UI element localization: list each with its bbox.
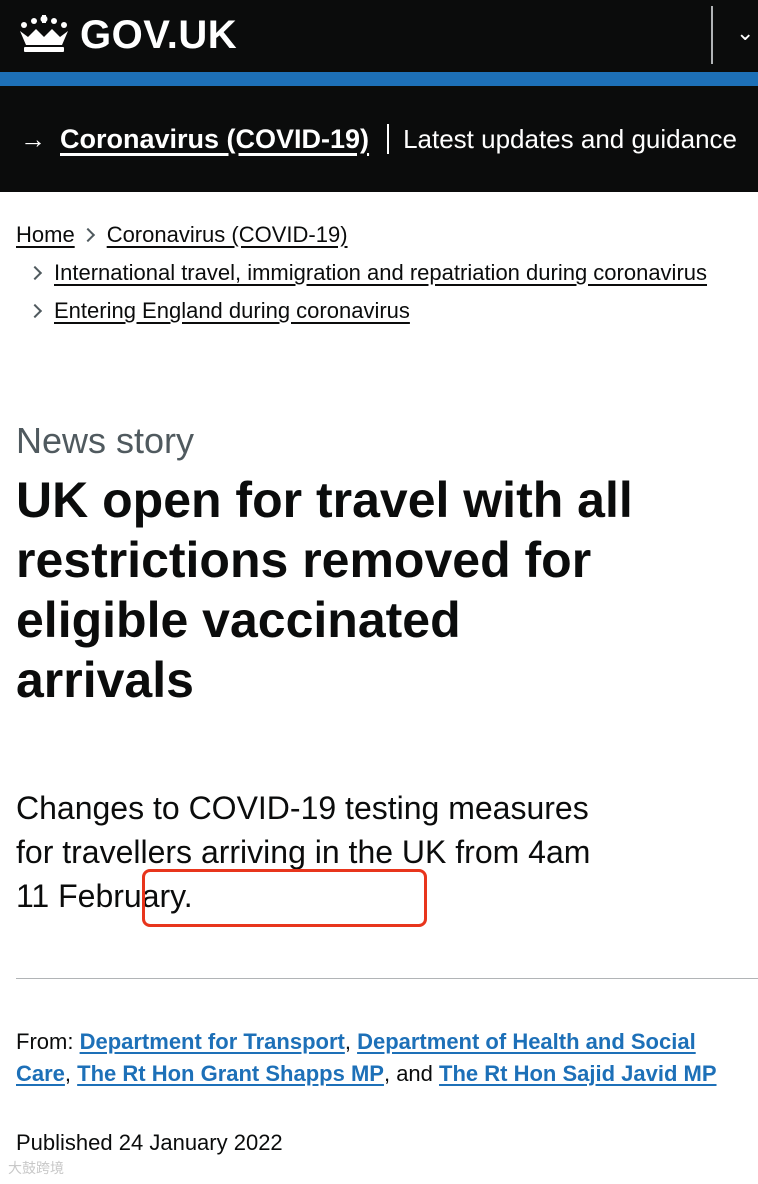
chevron-right-icon xyxy=(27,303,43,319)
breadcrumb-row: Entering England during coronavirus xyxy=(16,292,758,330)
published-date: Published 24 January 2022 xyxy=(16,1130,283,1156)
person-link-shapps[interactable]: The Rt Hon Grant Shapps MP xyxy=(77,1061,384,1086)
menu-chevron-icon[interactable]: ⌄ xyxy=(736,18,758,48)
highlight-annotation-box xyxy=(142,869,427,927)
breadcrumb: Home Coronavirus (COVID-19) Internationa… xyxy=(16,216,758,330)
page-title: UK open for travel with all restrictions… xyxy=(16,472,633,708)
govuk-logo-link[interactable]: GOV.UK xyxy=(16,10,237,60)
chevron-right-icon xyxy=(80,227,95,243)
published-label: Published xyxy=(16,1130,113,1155)
breadcrumb-row: Home Coronavirus (COVID-19) xyxy=(16,216,758,254)
from-label: From: xyxy=(16,1029,74,1054)
banner-text: Latest updates and guidance xyxy=(403,123,737,154)
chevron-right-icon xyxy=(27,265,43,281)
covid-banner: → Coronavirus (COVID-19) Latest updates … xyxy=(0,86,758,192)
site-header: GOV.UK ⌄ xyxy=(0,0,758,72)
breadcrumb-covid[interactable]: Coronavirus (COVID-19) xyxy=(107,222,348,248)
header-blue-bar xyxy=(0,72,758,86)
metadata-from: From: Department for Transport, Departme… xyxy=(16,1029,717,1086)
content-type-label: News story xyxy=(16,420,195,461)
breadcrumb-home[interactable]: Home xyxy=(16,222,75,248)
section-divider xyxy=(16,978,758,979)
banner-separator xyxy=(387,124,390,154)
breadcrumb-row: International travel, immigration and re… xyxy=(16,254,758,292)
person-link-javid[interactable]: The Rt Hon Sajid Javid MP xyxy=(439,1061,716,1086)
breadcrumb-entering-england[interactable]: Entering England during coronavirus xyxy=(54,298,410,324)
org-link-transport[interactable]: Department for Transport xyxy=(80,1029,345,1054)
covid-banner-link[interactable]: Coronavirus (COVID-19) xyxy=(60,124,369,155)
published-value: 24 January 2022 xyxy=(118,1130,283,1155)
menu-divider xyxy=(711,6,713,64)
arrow-right-icon: → xyxy=(20,124,46,154)
and-label: and xyxy=(396,1061,433,1086)
logo-text: GOV.UK xyxy=(80,12,238,57)
breadcrumb-international-travel[interactable]: International travel, immigration and re… xyxy=(54,260,707,286)
lead-text: Changes to COVID-19 testing measures for… xyxy=(16,790,589,870)
crown-icon xyxy=(20,15,68,52)
watermark: 大鼓跨境 xyxy=(8,1160,64,1176)
